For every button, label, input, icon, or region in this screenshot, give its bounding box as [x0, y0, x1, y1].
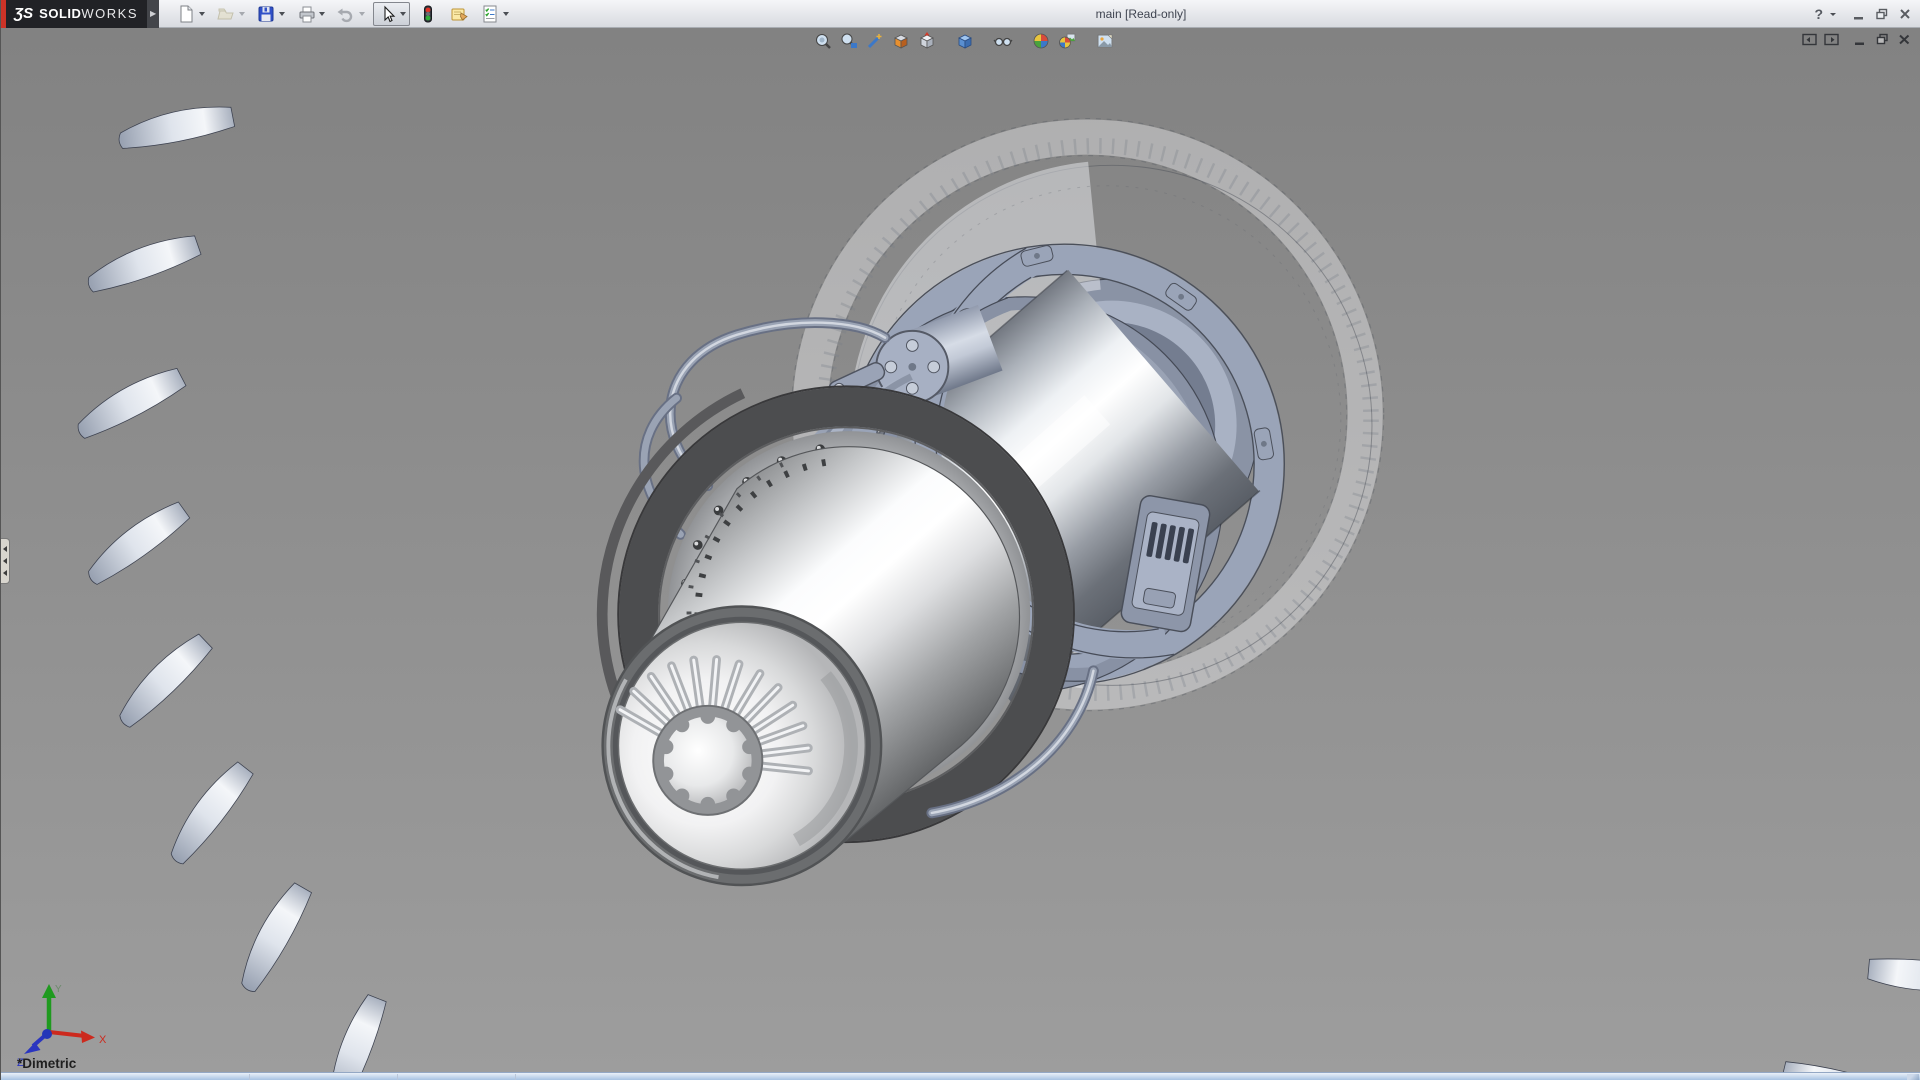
traffic-light-icon	[418, 4, 438, 24]
display-style-icon	[955, 31, 975, 51]
status-divider	[397, 1074, 398, 1080]
zoom-to-fit-button[interactable]	[813, 31, 833, 51]
status-divider	[515, 1074, 516, 1080]
viewport-canvas[interactable]	[1, 28, 1920, 1072]
y-axis-arrow	[42, 984, 56, 998]
appearance-ball-icon	[1031, 31, 1051, 51]
logo-glyph: ƷS	[14, 5, 33, 22]
previous-view-icon	[865, 31, 885, 51]
print-button[interactable]	[293, 3, 328, 25]
view-orientation-icon	[917, 31, 937, 51]
open-button[interactable]	[213, 3, 248, 25]
status-bar	[1, 1072, 1920, 1080]
section-view-icon	[891, 31, 911, 51]
zoom-to-area-button[interactable]	[839, 31, 859, 51]
display-style-button[interactable]	[955, 31, 975, 51]
x-axis-label: X	[99, 1034, 107, 1046]
feature-panel-collapse-handle[interactable]	[1, 538, 10, 584]
rebuild-button[interactable]	[415, 3, 441, 25]
main-toolbar	[173, 2, 512, 26]
window-title: main [Read-only]	[1041, 0, 1241, 28]
help-button[interactable]: ?	[1814, 6, 1823, 22]
undo-button[interactable]	[333, 3, 368, 25]
minimize-button[interactable]	[1851, 7, 1867, 21]
note-hand-icon	[449, 4, 469, 24]
titlebar-controls: ?	[1814, 0, 1913, 28]
save-floppy-icon	[256, 4, 276, 24]
y-axis-label: Y	[55, 984, 62, 995]
print-icon	[296, 4, 316, 24]
view-settings-icon	[1095, 31, 1115, 51]
status-divider	[249, 1074, 250, 1080]
checklist-icon	[480, 4, 500, 24]
doc-restore-button[interactable]	[1875, 32, 1892, 47]
view-orientation-button[interactable]	[917, 31, 937, 51]
view-settings-button[interactable]	[1095, 31, 1115, 51]
menu-expand-tab[interactable]: ▶	[147, 0, 159, 28]
new-document-icon	[176, 4, 196, 24]
open-folder-icon	[216, 4, 236, 24]
close-button[interactable]	[1897, 7, 1913, 21]
edit-appearance-button[interactable]	[1031, 31, 1051, 51]
select-cursor-icon	[377, 4, 397, 24]
collapse-arrow-icon	[3, 558, 7, 564]
view-orientation-label: *Dimetric	[17, 1056, 76, 1071]
toggle-right-pane-button[interactable]	[1823, 32, 1840, 47]
brand-name-works: WORKS	[81, 6, 138, 21]
collapse-arrow-icon	[3, 570, 7, 576]
new-document-button[interactable]	[173, 3, 208, 25]
document-window-controls	[1801, 32, 1914, 47]
eyeglasses-icon	[993, 31, 1013, 51]
hide-show-items-button[interactable]	[993, 31, 1013, 51]
toggle-left-pane-button[interactable]	[1801, 32, 1818, 47]
restore-button[interactable]	[1874, 7, 1890, 21]
previous-view-button[interactable]	[865, 31, 885, 51]
doc-close-button[interactable]	[1897, 32, 1914, 47]
solidworks-logo: ƷS SOLID WORKS	[1, 0, 147, 28]
zoom-to-area-icon	[839, 31, 859, 51]
doc-minimize-button[interactable]	[1853, 32, 1870, 47]
section-view-button[interactable]	[891, 31, 911, 51]
solidworks-window: ƷS SOLID WORKS ▶	[0, 0, 1920, 1080]
apply-scene-icon	[1057, 31, 1077, 51]
options-button[interactable]	[477, 3, 512, 25]
undo-icon	[336, 4, 356, 24]
splined-hub	[653, 706, 762, 815]
collapse-arrow-icon	[3, 546, 7, 552]
logo-red-accent	[1, 0, 6, 28]
help-caret-icon[interactable]	[1830, 13, 1836, 16]
zoom-to-fit-icon	[813, 31, 833, 51]
edit-annotation-button[interactable]	[446, 3, 472, 25]
title-bar: ƷS SOLID WORKS ▶	[1, 0, 1920, 28]
brand-name-solid: SOLID	[39, 6, 81, 21]
apply-scene-button[interactable]	[1057, 31, 1077, 51]
select-tool-button[interactable]	[373, 2, 410, 26]
graphics-area: Y X Z *Dimetric	[1, 28, 1920, 1072]
headsup-view-toolbar	[813, 31, 1115, 51]
x-axis-arrow	[81, 1031, 95, 1044]
save-button[interactable]	[253, 3, 288, 25]
resize-grip[interactable]	[1907, 1074, 1919, 1080]
